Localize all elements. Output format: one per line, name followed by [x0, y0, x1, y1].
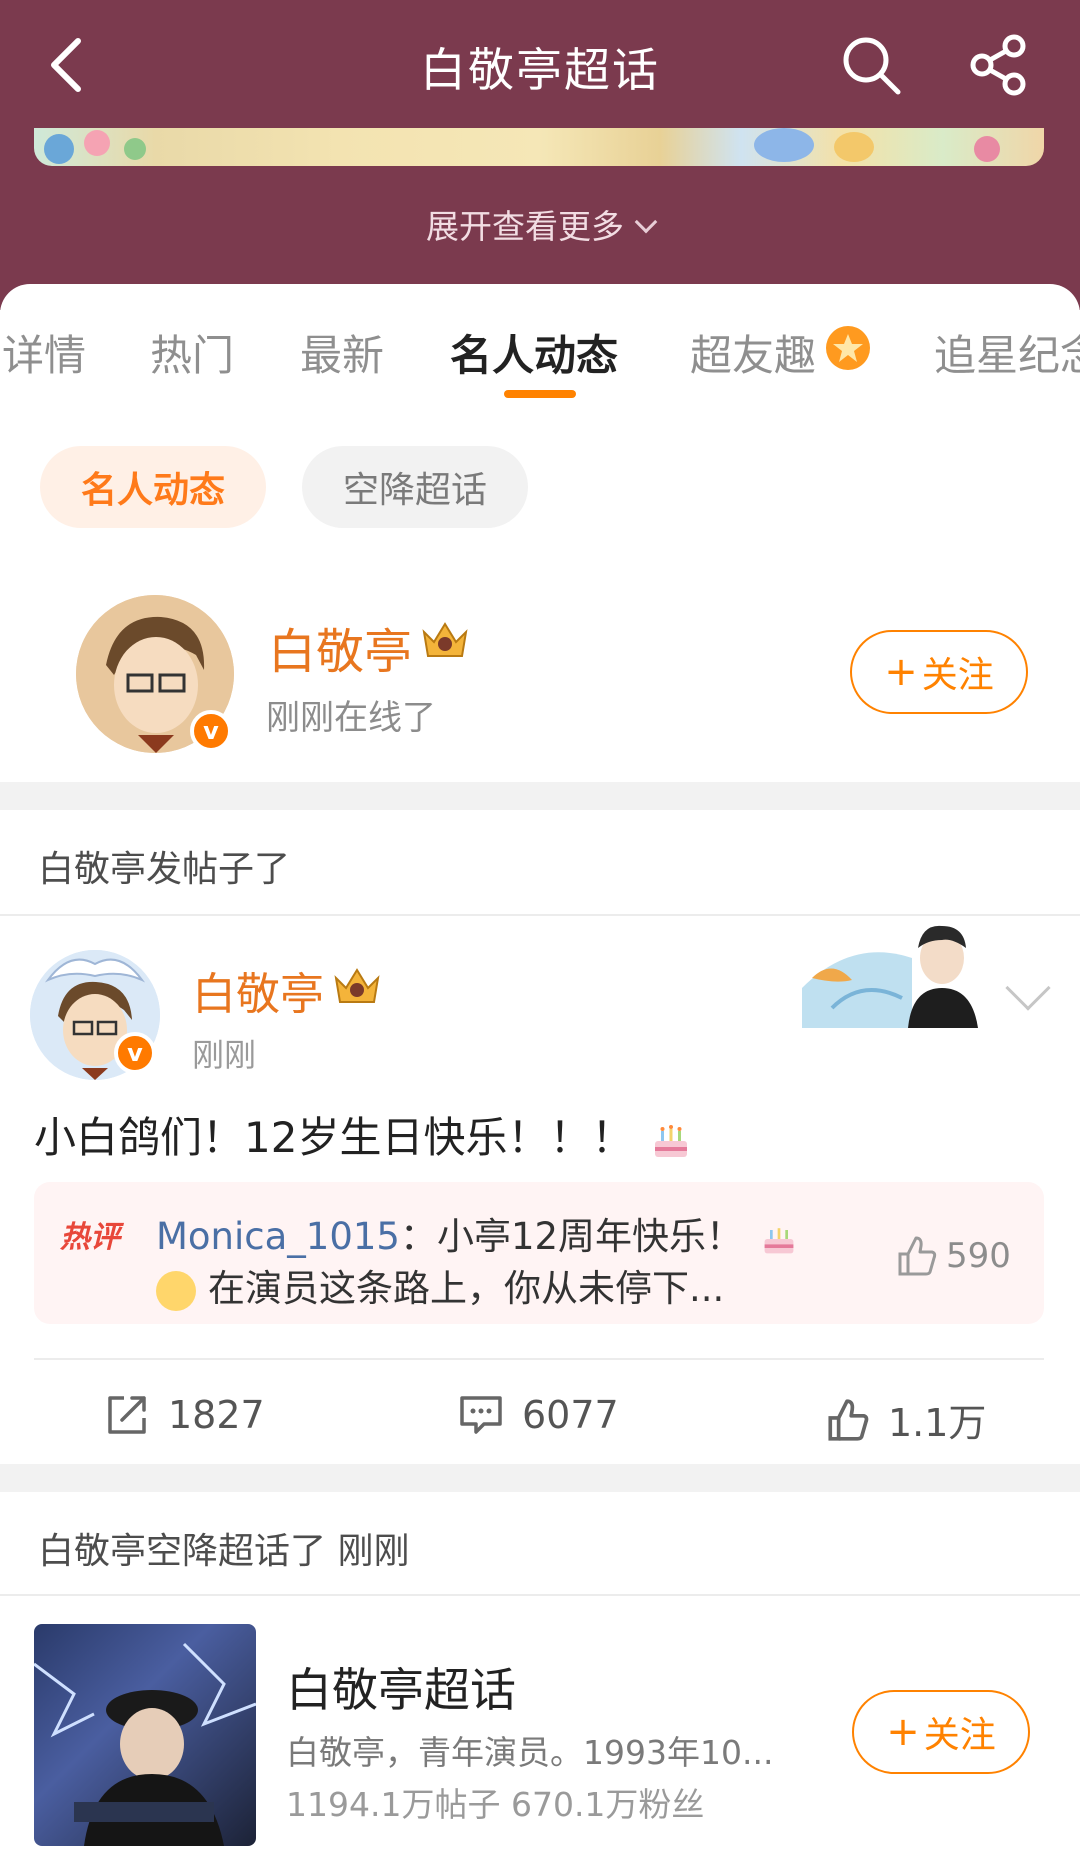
- topic-stats: 1194.1万帖子 670.1万粉丝: [286, 1785, 705, 1824]
- hot-comment-line1: Monica_1015：小亭12周年快乐！: [156, 1206, 797, 1260]
- follow-topic-button[interactable]: + 关注: [852, 1690, 1030, 1774]
- hot-comment-text1: ：小亭12周年快乐！: [399, 1215, 744, 1258]
- plus-icon: +: [886, 1709, 920, 1755]
- active-tab-indicator: [504, 390, 576, 398]
- tab-celebrity-updates[interactable]: 名人动态: [450, 322, 618, 383]
- tab-bar: 详情 热门 最新 名人动态 超友趣 追星纪念: [0, 284, 1080, 404]
- post-author-name[interactable]: 白敬亭: [192, 958, 324, 1022]
- verified-badge-icon: v: [190, 710, 232, 752]
- page-title: 白敬亭超话: [420, 43, 660, 97]
- hot-comment-text2: 在演员这条路上，你从未停下...: [208, 1267, 725, 1310]
- divider: [0, 914, 1080, 916]
- filter-airdrop-topic[interactable]: 空降超话: [302, 446, 528, 528]
- topic-description: 白敬亭，青年演员。1993年10...: [286, 1733, 774, 1772]
- repost-button[interactable]: 1827: [104, 1392, 265, 1438]
- search-button[interactable]: [838, 32, 904, 98]
- topic-title[interactable]: 白敬亭超话: [286, 1654, 516, 1720]
- topic-section-label: 白敬亭空降超话了 刚刚: [38, 1531, 410, 1572]
- divider: [0, 1594, 1080, 1596]
- tab-latest[interactable]: 最新: [300, 322, 384, 383]
- repost-icon: [108, 1396, 146, 1434]
- chevron-down-icon: [634, 210, 658, 234]
- tab-details[interactable]: 详情: [2, 322, 86, 383]
- like-button[interactable]: 1.1万: [824, 1392, 986, 1447]
- section-gap: [0, 782, 1080, 810]
- comment-count: 6077: [522, 1393, 619, 1437]
- expand-more-button[interactable]: 展开查看更多: [0, 200, 1080, 248]
- follow-label: 关注: [921, 655, 994, 696]
- celebrity-name[interactable]: 白敬亭: [268, 612, 412, 682]
- hot-comment-tag: 热评: [60, 1220, 120, 1255]
- comment-icon: [460, 1396, 502, 1434]
- post-time: 刚刚: [192, 1036, 257, 1074]
- decoration-card-image: [802, 925, 978, 1028]
- hot-comment-like-count: 590: [946, 1236, 1011, 1276]
- follow-celebrity-button[interactable]: + 关注: [850, 630, 1028, 714]
- verified-badge-icon: v: [114, 1032, 156, 1074]
- search-icon: [843, 37, 901, 95]
- thumbs-up-icon: [828, 1398, 869, 1441]
- comment-button[interactable]: 6077: [458, 1392, 619, 1438]
- share-icon: [970, 34, 1026, 96]
- expand-label: 展开查看更多: [426, 207, 624, 246]
- crown-icon: [422, 622, 468, 657]
- hot-comment-line2: 在演员这条路上，你从未停下...: [156, 1258, 724, 1312]
- tab-hot[interactable]: 热门: [150, 322, 234, 383]
- celebrity-status: 刚刚在线了: [266, 698, 436, 738]
- cake-emoji-icon: [764, 1227, 794, 1253]
- follow-label: 关注: [923, 1715, 996, 1756]
- topic-cover-image[interactable]: [34, 1624, 256, 1846]
- header: 白敬亭超话 展开查看更多: [0, 0, 1080, 310]
- hot-comment-user[interactable]: Monica_1015: [156, 1215, 400, 1258]
- tab-star-memorial[interactable]: 追星纪念: [934, 322, 1080, 383]
- banner-image[interactable]: [34, 128, 1044, 166]
- top-bar: 白敬亭超话: [0, 0, 1080, 128]
- tab-fan-fun[interactable]: 超友趣: [690, 322, 816, 383]
- divider: [34, 1358, 1044, 1360]
- share-button[interactable]: [966, 32, 1032, 98]
- thumbs-up-icon: [898, 1236, 937, 1276]
- post-text: 小白鸽们！12岁生日快乐！！！: [34, 1104, 691, 1165]
- filter-celebrity-updates[interactable]: 名人动态: [40, 446, 266, 528]
- party-face-emoji-icon: [156, 1270, 196, 1311]
- star-badge-icon: [826, 326, 870, 370]
- plus-icon: +: [884, 649, 918, 695]
- section-gap: [0, 1464, 1080, 1492]
- hot-comment-like-button[interactable]: 590: [894, 1234, 1011, 1278]
- like-count: 1.1万: [888, 1401, 987, 1445]
- post-section-label: 白敬亭发帖子了: [38, 849, 291, 890]
- cake-emoji-icon: [655, 1124, 688, 1157]
- repost-count: 1827: [168, 1393, 265, 1437]
- crown-icon: [334, 968, 380, 1003]
- post-text-content: 小白鸽们！12岁生日快乐！！！: [34, 1113, 634, 1162]
